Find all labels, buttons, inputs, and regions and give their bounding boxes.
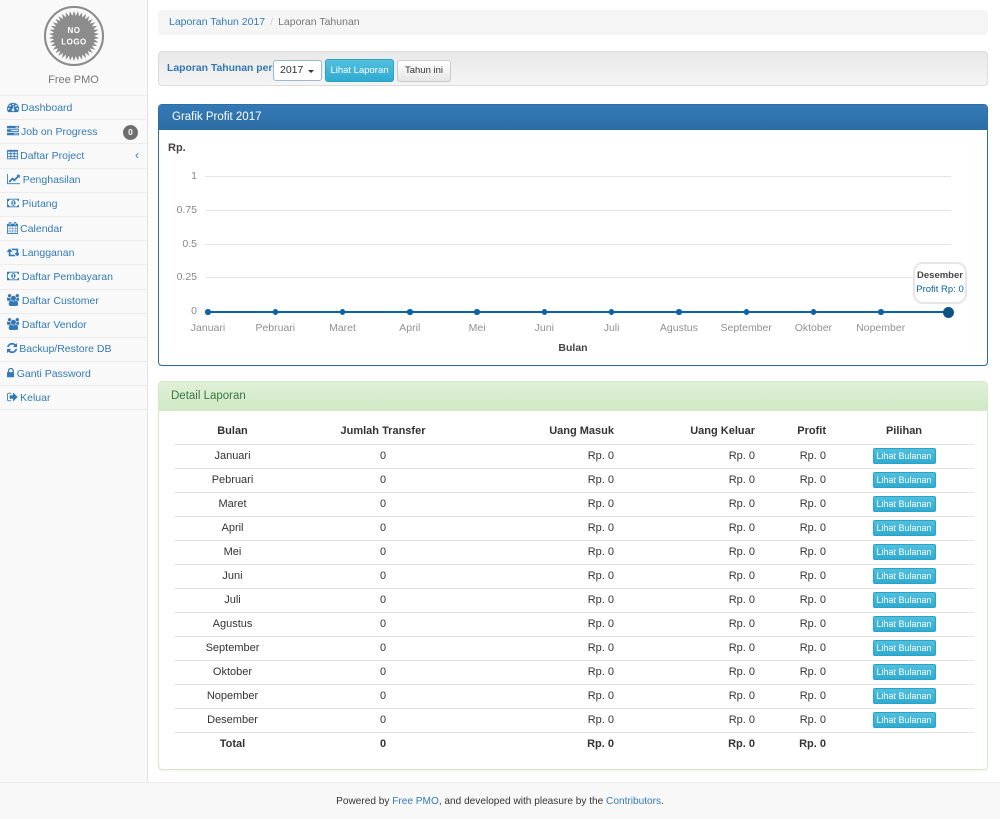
svg-text:LOGO: LOGO [61, 38, 87, 47]
svg-text:NO: NO [68, 26, 81, 35]
